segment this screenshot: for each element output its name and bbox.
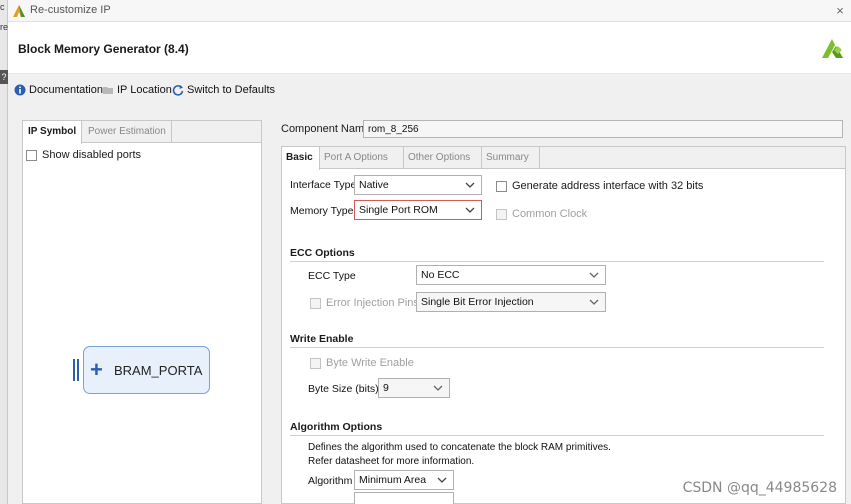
error-injection-label: Error Injection Pins: [326, 297, 419, 309]
vivado-app-icon: [13, 5, 25, 17]
interface-type-select[interactable]: Native: [354, 175, 482, 195]
bram-porta-label: BRAM_PORTA: [114, 362, 203, 378]
generate-address-row[interactable]: Generate address interface with 32 bits: [496, 180, 703, 192]
chevron-down-icon: [433, 385, 443, 391]
chevron-down-icon: [589, 299, 599, 305]
tab-summary[interactable]: Summary: [482, 147, 540, 169]
ip-symbol-panel: IP Symbol Power Estimation Show disabled…: [22, 120, 262, 504]
ecc-type-select[interactable]: No ECC: [416, 265, 606, 285]
component-name-input[interactable]: [363, 120, 843, 138]
tab-power-estimation[interactable]: Power Estimation: [83, 121, 172, 143]
ecc-divider: [290, 261, 824, 262]
memory-type-value: Single Port ROM: [359, 204, 438, 216]
byte-size-label: Byte Size (bits): [308, 383, 379, 395]
write-enable-heading: Write Enable: [290, 333, 354, 345]
tab-port-a-options[interactable]: Port A Options: [320, 147, 404, 169]
edge-glyph-top: c: [0, 2, 5, 12]
error-injection-value: Single Bit Error Injection: [421, 296, 534, 308]
configuration-panel: Component Name Basic Port A Options Othe…: [278, 110, 851, 504]
show-disabled-ports-label: Show disabled ports: [42, 149, 142, 161]
expand-plus-icon[interactable]: +: [90, 359, 108, 381]
ecc-type-label: ECC Type: [308, 270, 356, 282]
error-injection-row: Error Injection Pins: [310, 297, 419, 309]
algorithm-options-heading: Algorithm Options: [290, 421, 383, 433]
interface-type-value: Native: [359, 179, 389, 191]
byte-write-enable-checkbox: [310, 357, 321, 369]
tab-ip-symbol[interactable]: IP Symbol: [23, 121, 83, 144]
write-enable-divider: [290, 347, 824, 348]
chevron-down-icon: [465, 207, 475, 213]
byte-size-select[interactable]: 9: [378, 378, 450, 398]
error-injection-checkbox: [310, 297, 321, 309]
csdn-watermark: CSDN @qq_44985628: [682, 480, 837, 496]
error-injection-select[interactable]: Single Bit Error Injection: [416, 292, 606, 312]
memory-type-label: Memory Type: [290, 205, 354, 217]
switch-to-defaults-button[interactable]: Switch to Defaults: [172, 82, 275, 98]
chevron-down-icon: [465, 182, 475, 188]
documentation-label: Documentation: [29, 84, 103, 96]
ip-toolbar: Documentation IP Location Switch to Defa…: [8, 78, 851, 100]
next-field-partial[interactable]: [354, 492, 454, 504]
interface-type-label: Interface Type: [290, 179, 357, 191]
byte-write-enable-label: Byte Write Enable: [326, 357, 414, 369]
bram-port-connector: [73, 359, 81, 381]
tab-other-options[interactable]: Other Options: [404, 147, 482, 169]
refresh-icon: [172, 85, 184, 96]
ip-location-label: IP Location: [117, 84, 172, 96]
close-icon[interactable]: ×: [831, 2, 849, 20]
info-icon: [14, 84, 26, 96]
common-clock-checkbox: [496, 208, 507, 220]
show-disabled-ports-checkbox[interactable]: [26, 149, 37, 161]
algorithm-label: Algorithm: [308, 475, 353, 487]
bram-porta-interface[interactable]: + BRAM_PORTA: [83, 346, 210, 394]
ecc-options-heading: ECC Options: [290, 247, 355, 259]
config-tabs: Basic Port A Options Other Options Summa…: [282, 147, 845, 170]
common-clock-row: Common Clock: [496, 208, 587, 220]
help-edge-icon[interactable]: ?: [0, 70, 8, 84]
title-bar: Re-customize IP ×: [8, 0, 851, 22]
tab-basic[interactable]: Basic: [282, 147, 320, 170]
ecc-type-value: No ECC: [421, 269, 460, 281]
show-disabled-ports-row[interactable]: Show disabled ports: [26, 149, 141, 161]
byte-size-value: 9: [383, 382, 389, 394]
algorithm-description-1: Defines the algorithm used to concatenat…: [308, 442, 611, 453]
generate-address-label: Generate address interface with 32 bits: [512, 180, 704, 192]
common-clock-label: Common Clock: [512, 208, 588, 220]
ip-heading: Block Memory Generator (8.4): [18, 42, 189, 56]
algorithm-divider: [290, 435, 824, 436]
algorithm-description-2: Refer datasheet for more information.: [308, 456, 475, 467]
switch-to-defaults-label: Switch to Defaults: [187, 84, 276, 96]
config-tabs-box: Basic Port A Options Other Options Summa…: [281, 146, 846, 504]
algorithm-select[interactable]: Minimum Area: [354, 470, 454, 490]
documentation-button[interactable]: Documentation: [14, 82, 103, 98]
recustomize-ip-dialog: Re-customize IP × Block Memory Generator…: [8, 0, 851, 504]
chevron-down-icon: [437, 477, 447, 483]
ip-location-button[interactable]: IP Location: [102, 82, 172, 98]
generate-address-checkbox[interactable]: [496, 180, 507, 192]
byte-write-enable-row: Byte Write Enable: [310, 357, 414, 369]
window-title: Re-customize IP: [30, 4, 111, 16]
memory-type-select[interactable]: Single Port ROM: [354, 200, 482, 220]
algorithm-value: Minimum Area: [359, 474, 427, 486]
component-name-label: Component Name: [281, 123, 371, 135]
folder-icon: [103, 87, 113, 94]
chevron-down-icon: [589, 272, 599, 278]
edge-glyph-mid: re: [0, 22, 9, 32]
dialog-header: Block Memory Generator (8.4): [8, 22, 851, 74]
background-window-edge: c re ?: [0, 0, 8, 504]
xilinx-logo-icon: [822, 39, 843, 58]
left-panel-tabs: IP Symbol Power Estimation: [23, 121, 261, 144]
